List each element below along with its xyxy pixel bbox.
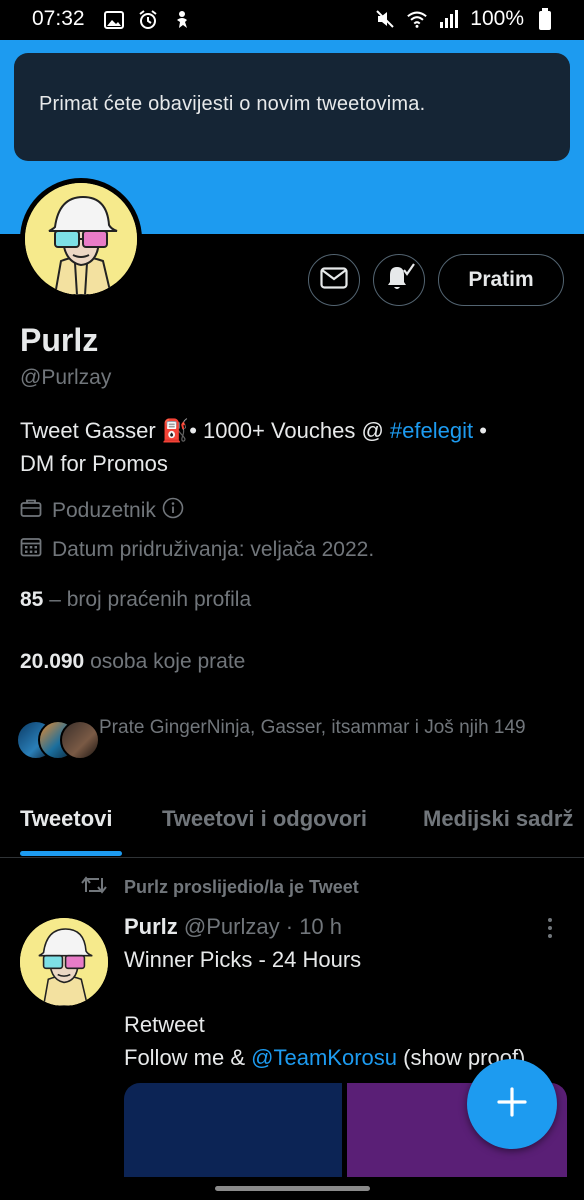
tweet-time-separator: · xyxy=(279,914,300,939)
gallery-icon xyxy=(103,9,125,31)
followers-count: 20.090 xyxy=(20,650,85,673)
bio-suffix: • xyxy=(473,418,487,443)
avatar-illustration xyxy=(20,918,108,1006)
compose-tweet-button[interactable] xyxy=(467,1059,557,1149)
tweet-header: Purlz @Purlzay · 10 h xyxy=(124,914,342,940)
following-count: 85 xyxy=(20,588,44,611)
signal-icon xyxy=(438,8,460,30)
tweet-time: 10 h xyxy=(299,914,343,939)
bell-check-icon xyxy=(383,262,415,298)
avatar-illustration xyxy=(25,183,137,295)
tweet-author-name[interactable]: Purlz xyxy=(124,914,178,939)
profile-name: Purlz xyxy=(20,322,99,358)
follower-avatar xyxy=(60,720,100,760)
retweet-label: Purlz proslijedio/la je Tweet xyxy=(124,877,359,897)
following-stat[interactable]: 85 – broj praćenih profila xyxy=(20,588,251,612)
battery-icon xyxy=(534,8,556,30)
followers-stat[interactable]: 20.090 osoba koje prate xyxy=(20,650,245,674)
plus-icon xyxy=(495,1085,529,1124)
message-button[interactable] xyxy=(308,254,360,306)
tweet-media-1[interactable] xyxy=(124,1083,342,1177)
followed-by-text: Prate GingerNinja, Gasser, itsammar i Jo… xyxy=(99,717,526,738)
following-button[interactable]: Pratim xyxy=(438,254,564,306)
accessibility-icon xyxy=(171,9,193,31)
following-label: – broj praćenih profila xyxy=(43,588,252,611)
profile-bio: Tweet Gasser ⛽• 1000+ Vouches @ #efelegi… xyxy=(20,414,565,480)
profile-avatar[interactable] xyxy=(20,178,142,300)
profile-tabs: Tweetovi Tweetovi i odgovori Medijski sa… xyxy=(0,798,584,858)
tweet-more-button[interactable] xyxy=(540,916,560,942)
profile-handle: @Purlzay xyxy=(20,366,112,389)
tweet-mention-link[interactable]: @TeamKorosu xyxy=(251,1045,397,1070)
retweet-icon xyxy=(80,874,108,901)
tab-media[interactable]: Medijski sadrž xyxy=(423,806,573,832)
profession-label: Poduzetnik xyxy=(52,499,156,522)
tweet-author-handle: @Purlzay xyxy=(183,914,280,939)
tweet-line-1: Winner Picks - 24 Hours xyxy=(124,947,362,972)
tweet-line-3-prefix: Follow me & xyxy=(124,1044,252,1070)
status-time: 07:32 xyxy=(32,7,85,30)
bio-hashtag-link[interactable]: #efelegit xyxy=(390,418,473,443)
tweet-line-2: Retweet xyxy=(124,1012,205,1037)
followed-by-row[interactable]: Prate GingerNinja, Gasser, itsammar i Jo… xyxy=(16,712,576,772)
retweet-indicator: Purlz proslijedio/la je Tweet xyxy=(80,874,359,901)
joined-date: Datum pridruživanja: veljača 2022. xyxy=(52,538,375,561)
joined-row: Datum pridruživanja: veljača 2022. xyxy=(20,537,374,563)
mute-icon xyxy=(374,8,396,30)
bio-text: Tweet Gasser ⛽• 1000+ Vouches @ xyxy=(20,418,390,443)
calendar-icon xyxy=(20,537,42,563)
bio-line2: DM for Promos xyxy=(20,451,168,476)
toast-message: Primat ćete obavijesti o novim tweetovim… xyxy=(39,93,426,115)
envelope-icon xyxy=(320,266,348,294)
alarm-icon xyxy=(137,9,159,31)
followers-label: osoba koje prate xyxy=(84,650,246,673)
tweet-author-avatar[interactable] xyxy=(20,918,108,1006)
notification-toast: Primat ćete obavijesti o novim tweetovim… xyxy=(14,53,570,161)
home-indicator[interactable] xyxy=(215,1186,370,1191)
status-bar: 07:32 100% xyxy=(0,0,584,40)
battery-percent: 100% xyxy=(470,7,524,30)
profession-row: Poduzetnik xyxy=(20,497,184,525)
info-icon[interactable] xyxy=(162,497,184,525)
wifi-icon xyxy=(406,8,428,30)
tab-tweets-and-replies[interactable]: Tweetovi i odgovori xyxy=(162,806,367,832)
tweet-text: Winner Picks - 24 Hours Retweet Follow m… xyxy=(124,944,574,1074)
notifications-button[interactable] xyxy=(373,254,425,306)
briefcase-icon xyxy=(20,498,42,524)
tab-tweets[interactable]: Tweetovi xyxy=(20,806,113,832)
active-tab-indicator xyxy=(20,851,122,856)
